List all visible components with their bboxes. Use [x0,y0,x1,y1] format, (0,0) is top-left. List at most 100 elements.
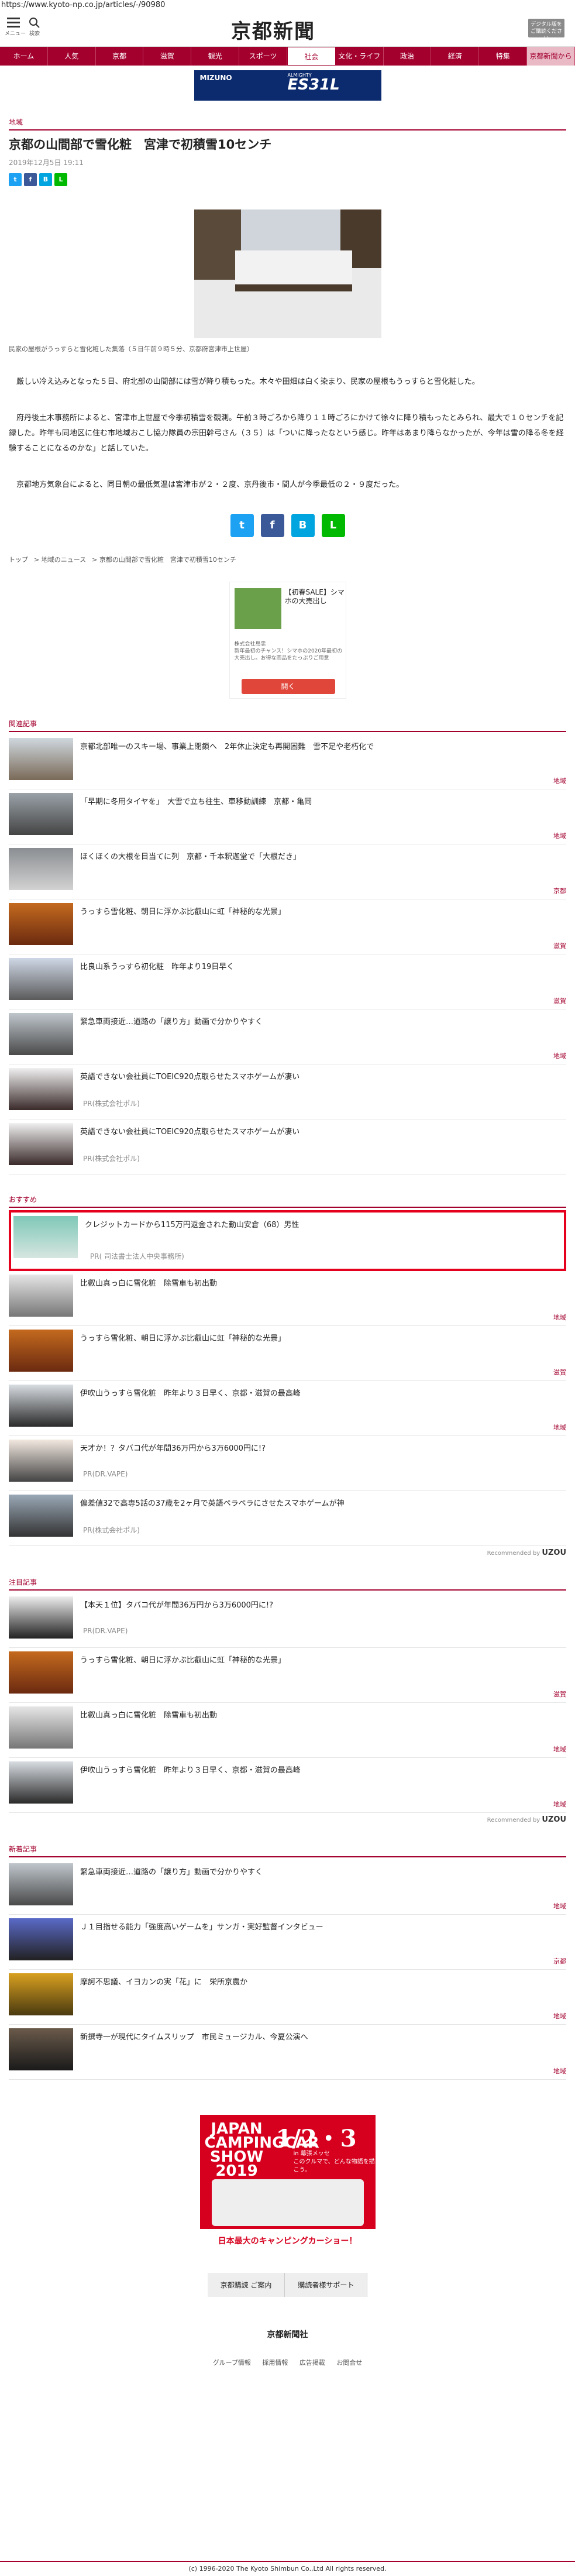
item-pr: PR(DR.VAPE) [83,1627,128,1635]
bottom-ad[interactable]: JAPAN CAMPINGCAR SHOW 2019 1/2・3 in 幕張メッ… [199,2115,376,2261]
uzou-logo[interactable]: UZOU [542,1815,566,1824]
nav-shiga[interactable]: 滋賀 [143,47,192,66]
item-title: 伊吹山うっすら雪化粧 昨年より３日早く、京都・滋賀の最高峰 [80,1389,301,1398]
thumb-image [9,2028,73,2070]
breadcrumb-item: 京都の山間部で雪化粧 宮津で初積雪10センチ [99,556,236,564]
item-title: 伊吹山うっすら雪化粧 昨年より３日早く、京都・滋賀の最高峰 [80,1766,301,1775]
share-row-large: t f B L [9,514,566,537]
nav-politics[interactable]: 政治 [384,47,432,66]
list-item[interactable]: うっすら雪化粧、朝日に浮かぶ比叡山に虹「神秘的な光景」 滋賀 [9,899,566,954]
list-item[interactable]: 緊急車両接近…道路の「譲り方」動画で分かりやすく 地域 [9,1009,566,1064]
nav-society[interactable]: 社会 [287,47,336,66]
list-item[interactable]: 伊吹山うっすら雪化粧 昨年より３日早く、京都・滋賀の最高峰 地域 [9,1758,566,1813]
divider [9,1589,566,1591]
item-tag: 地域 [553,2067,566,2075]
list-item[interactable]: 偏差値32で高専5話の37歳を2ヶ月で英語ペラペラにさせたスマホゲームが神 PR(… [9,1491,566,1546]
site-logo[interactable]: 京都新聞 [231,15,315,44]
recommend-title: おすすめ [9,1196,37,1204]
hatena-icon[interactable]: B [291,514,315,537]
ad-footer: 日本最大のキャンピングカーショー！ [218,2237,357,2246]
nav-from-kyoto[interactable]: 京都新聞から [527,47,575,66]
nav-tourism[interactable]: 観光 [191,47,240,66]
menu-label: メニュー [5,31,26,37]
hatena-icon[interactable]: B [39,173,52,186]
nav-sports[interactable]: スポーツ [239,47,287,66]
ad-show-title: JAPAN CAMPINGCAR SHOW 2019 [204,2120,319,2180]
footer-link[interactable]: お問合せ [336,2359,362,2367]
popular-title: 注目記事 [9,1578,37,1586]
thumb-image [9,1596,73,1639]
line-icon[interactable]: L [321,514,345,537]
article-category[interactable]: 地域 [9,117,566,127]
nav-kyoto[interactable]: 京都 [96,47,144,66]
list-item[interactable]: 比叡山真っ白に雪化粧 除雪車も初出動 地域 [9,1271,566,1326]
related-list: 京都北部唯一のスキー場、事業上閉鎖へ 2年休止決定も再開困難 雪不足や老朽化で地… [9,734,566,1174]
footer-link[interactable]: グループ情報 [213,2359,251,2367]
list-item[interactable]: 天才か！？タバコ代が年間36万円から3万6000円に!? PR(DR.VAPE) [9,1436,566,1491]
nav-economy[interactable]: 経済 [431,47,480,66]
list-item[interactable]: 英語できない会社員にTOEIC920点取らせたスマホゲームが凄い PR(株式会社ポ… [9,1064,566,1119]
uzou-logo[interactable]: UZOU [542,1548,566,1557]
footer-link[interactable]: 採用情報 [262,2359,288,2367]
thumb-image [9,1123,73,1165]
thumb-image [9,1761,73,1804]
list-item[interactable]: 「早期に冬用タイヤを」 大雪で立ち往生、車移動訓練 京都・亀岡 地域 [9,789,566,844]
thumb-image [9,848,73,890]
related-title: 関連記事 [9,720,37,728]
search-label: 検索 [29,31,40,37]
list-item[interactable]: 比良山系うっすら初化粧 昨年より19日早く 滋賀 [9,954,566,1009]
breadcrumb-item[interactable]: 地域のニュース [42,556,86,564]
list-item[interactable]: うっすら雪化粧、朝日に浮かぶ比叡山に虹「神秘的な光景」 滋賀 [9,1326,566,1381]
thumb-image [9,1068,73,1110]
twitter-icon[interactable]: t [230,514,254,537]
footer-link[interactable]: 広告掲載 [299,2359,325,2367]
twitter-icon[interactable]: t [9,173,22,186]
breadcrumb-item[interactable]: トップ [9,556,28,564]
nav-features[interactable]: 特集 [479,47,528,66]
nav-home[interactable]: ホーム [0,47,48,66]
item-title: うっすら雪化粧、朝日に浮かぶ比叡山に虹「神秘的な光景」 [80,908,286,916]
digital-subscribe-button[interactable]: デジタル版をご購読ください [528,19,564,42]
top-banner-ad[interactable]: MIZUNO ALMIGHTY ES31L [194,70,381,101]
facebook-icon[interactable]: f [24,173,37,186]
list-item[interactable]: 京都北部唯一のスキー場、事業上閉鎖へ 2年休止決定も再開困難 雪不足や老朽化で地… [9,734,566,789]
list-item[interactable]: うっすら雪化粧、朝日に浮かぶ比叡山に虹「神秘的な光景」 滋賀 [9,1648,566,1703]
list-item[interactable]: 比叡山真っ白に雪化粧 除雪車も初出動 地域 [9,1703,566,1758]
list-item[interactable]: ほくほくの大根を目当てに列 京都・千本釈迦堂で「大根だき」 京都 [9,844,566,899]
item-title: うっすら雪化粧、朝日に浮かぶ比叡山に虹「神秘的な光景」 [80,1334,286,1343]
thumb-image [9,958,73,1000]
facebook-icon[interactable]: f [260,514,284,537]
list-item[interactable]: クレジットカードから115万円返金された勤山安倉（68）男性 PR( 司法書士法人… [9,1210,566,1271]
item-title: 京都北部唯一のスキー場、事業上閉鎖へ 2年休止決定も再開困難 雪不足や老朽化で [80,743,374,751]
item-title: 摩訶不思議、イヨカンの実「花」に 栄所京農か [80,1978,248,1987]
subscriber-support-button[interactable]: 購読者様サポート [285,2273,368,2297]
nav-popular[interactable]: 人気 [48,47,96,66]
list-item[interactable]: 伊吹山うっすら雪化粧 昨年より３日早く、京都・滋賀の最高峰 地域 [9,1381,566,1436]
list-item[interactable]: 英語できない会社員にTOEIC920点取らせたスマホゲームが凄い PR(株式会社ポ… [9,1119,566,1174]
breadcrumb: トップ > 地域のニュース > 京都の山間部で雪化粧 宮津で初積雪10センチ [9,556,236,564]
footer-links: グループ情報 採用情報 広告掲載 お問合せ [9,2358,566,2367]
nav-culture[interactable]: 文化・ライフ [336,47,384,66]
menu-icon[interactable] [7,18,20,30]
item-title: Ｊ１目指せる能力「強度高いゲームを」サンガ・実好監督インタビュー [80,1923,323,1932]
item-title: 天才か！？タバコ代が年間36万円から3万6000円に!? [80,1444,266,1453]
mid-ad[interactable]: 【初春SALE】シマホの大売出し 株式会社島忠 新年最初のチャンス！シマホの202… [229,582,346,699]
ad-model: ES31L [287,76,340,94]
footer-logo[interactable]: 京都新聞社 [9,2328,566,2340]
ad-open-button[interactable]: 開く [241,679,335,694]
recommended-by: Recommended by UZOU [487,1815,566,1824]
ad-image [211,2179,364,2226]
list-item[interactable]: Ｊ１目指せる能力「強度高いゲームを」サンガ・実好監督インタビュー 京都 [9,1915,566,1970]
item-pr: PR(株式会社ポル) [83,1155,140,1163]
list-item[interactable]: 緊急車両接近…道路の「譲り方」動画で分かりやすく 地域 [9,1860,566,1915]
search-icon[interactable] [28,16,41,29]
item-pr: PR(株式会社ポル) [83,1100,140,1108]
list-item[interactable]: 摩訶不思議、イヨカンの実「花」に 栄所京農か 地域 [9,1970,566,2025]
item-title: 緊急車両接近…道路の「譲り方」動画で分かりやすく [80,1868,263,1877]
item-tag: 地域 [553,777,566,785]
list-item[interactable]: 【本天１位】タバコ代が年間36万円から3万6000円に!? PR(DR.VAPE) [9,1593,566,1648]
line-icon[interactable]: L [54,173,67,186]
thumb-image [9,1385,73,1427]
list-item[interactable]: 新撰寺一が現代にタイムスリップ 市民ミュージカル、今夏公演へ 地域 [9,2025,566,2080]
subscription-info-button[interactable]: 京都購読 ご案内 [207,2273,285,2297]
